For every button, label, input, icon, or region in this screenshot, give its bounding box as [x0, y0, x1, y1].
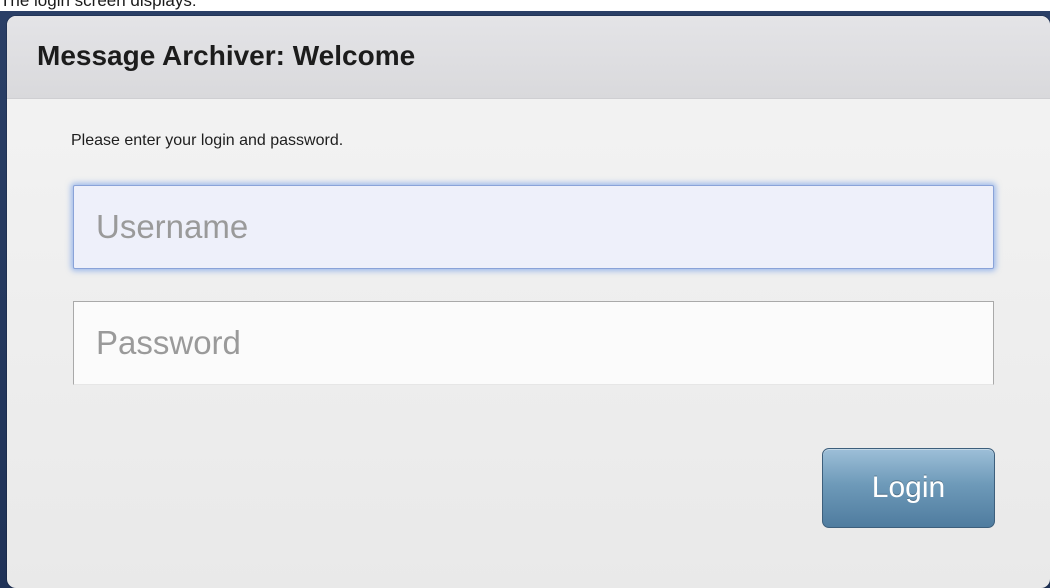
page-caption: The login screen displays:: [0, 0, 197, 10]
login-button[interactable]: Login: [822, 448, 995, 528]
dialog-title: Message Archiver: Welcome: [37, 40, 416, 71]
username-input[interactable]: [73, 185, 994, 269]
login-dialog: Message Archiver: Welcome Please enter y…: [7, 16, 1050, 588]
password-input[interactable]: [73, 301, 994, 385]
dialog-header: Message Archiver: Welcome: [7, 16, 1050, 99]
login-instructions: Please enter your login and password.: [71, 132, 344, 149]
